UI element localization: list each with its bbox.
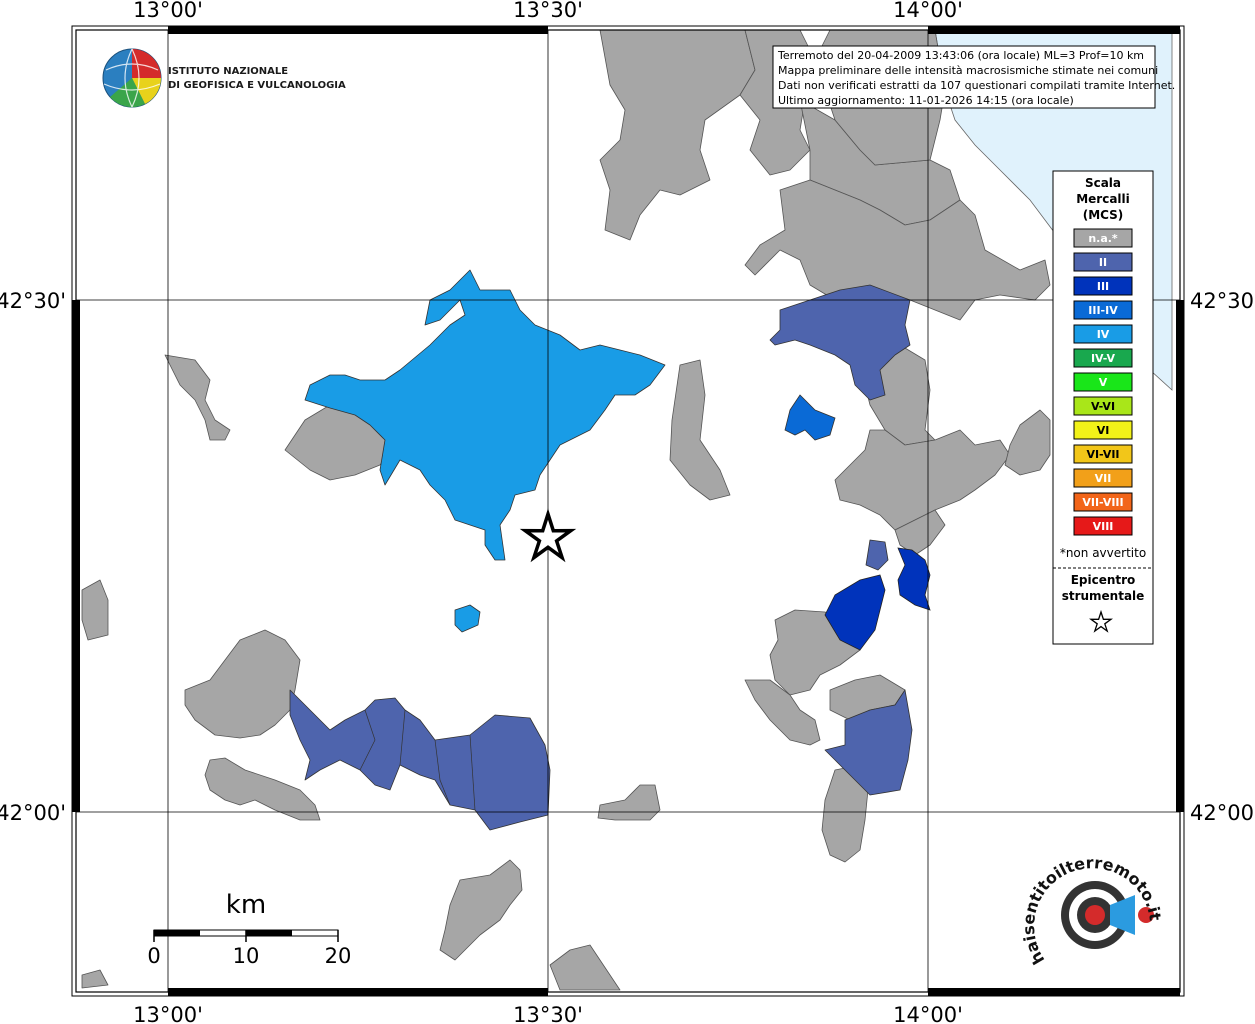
haisentito-logo: haisentitoilterremoto.it (1019, 853, 1165, 968)
legend-label-1: II (1099, 256, 1107, 269)
scale-tick-20: 20 (325, 944, 352, 968)
info-line1: Terremoto del 20-04-2009 13:43:06 (ora l… (777, 49, 1144, 62)
legend-label-7: V-VI (1091, 400, 1115, 413)
info-line3: Dati non verificati estratti da 107 ques… (778, 79, 1175, 92)
ingv-name-line2: DI GEOFISICA E VULCANOLOGIA (168, 80, 346, 91)
legend-epicenter-line1: Epicentro (1071, 573, 1136, 587)
scale-bar: km 0 10 20 (147, 890, 351, 968)
legend-title-line2: Mercalli (1076, 192, 1130, 206)
info-box: Terremoto del 20-04-2009 13:43:06 (ora l… (772, 45, 1175, 109)
scale-tick-10: 10 (233, 944, 260, 968)
legend-label-4: IV (1097, 328, 1110, 341)
legend-label-8: VI (1097, 424, 1110, 437)
legend-title-line1: Scala (1085, 176, 1121, 190)
right-label-4230: 42°30' (1190, 289, 1255, 313)
info-line2: Mappa preliminare delle intensità macros… (778, 64, 1158, 77)
top-label-1330: 13°30' (513, 0, 583, 22)
legend-label-12: VIII (1093, 520, 1114, 533)
bottom-label-1300: 13°00' (133, 1003, 203, 1024)
ingv-name-line1: ISTITUTO NAZIONALE (168, 66, 288, 77)
right-label-4200: 42°00' (1190, 801, 1255, 825)
legend-title-line3: (MCS) (1083, 208, 1124, 222)
left-label-4230: 42°30' (0, 289, 66, 313)
ingv-logo: ISTITUTO NAZIONALE DI GEOFISICA E VULCAN… (102, 48, 346, 108)
scale-tick-0: 0 (147, 944, 160, 968)
intensity-map: 13°00' 13°30' 14°00' 13°00' 13°30' 14°00… (0, 0, 1255, 1024)
na-areas (81, 29, 1051, 991)
top-label-1300: 13°00' (133, 0, 203, 22)
scale-unit: km (226, 890, 266, 920)
top-label-1400: 14°00' (893, 0, 963, 22)
legend-label-9: VI-VII (1086, 448, 1119, 461)
legend-label-6: V (1099, 376, 1108, 389)
legend-label-2: III (1097, 280, 1109, 293)
info-line4: Ultimo aggiornamento: 11-01-2026 14:15 (… (778, 94, 1074, 107)
legend-label-3: III-IV (1088, 304, 1118, 317)
legend-label-11: VII-VIII (1082, 496, 1123, 509)
legend-label-5: IV-V (1091, 352, 1116, 365)
left-label-4200: 42°00' (0, 801, 66, 825)
intensity-III-IV-areas (784, 394, 836, 441)
legend-label-10: VII (1095, 472, 1112, 485)
legend-note: *non avvertito (1060, 546, 1146, 560)
legend: Scala Mercalli (MCS) n.a.*IIIIIIII-IVIVI… (1052, 170, 1154, 645)
legend-label-0: n.a.* (1088, 232, 1118, 245)
bottom-label-1400: 14°00' (893, 1003, 963, 1024)
bottom-label-1330: 13°30' (513, 1003, 583, 1024)
legend-epicenter-line2: strumentale (1062, 589, 1145, 603)
